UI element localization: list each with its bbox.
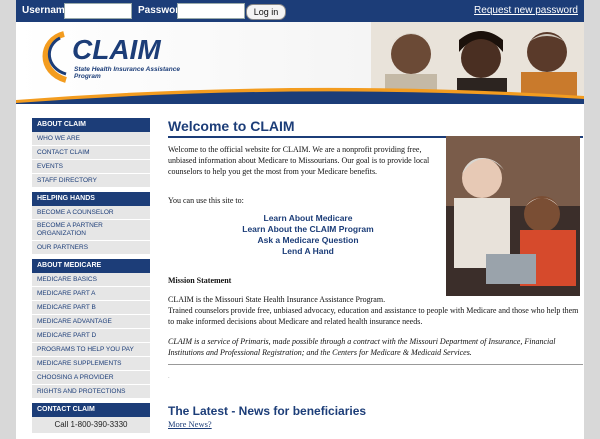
mission-heading: Mission Statement	[168, 276, 232, 285]
sidebar-item-our-partners[interactable]: OUR PARTNERS	[32, 241, 150, 255]
page-title: Welcome to CLAIM	[168, 118, 295, 134]
sidebar-item-choosing-provider[interactable]: CHOOSING A PROVIDER	[32, 371, 150, 385]
intro-text: Welcome to the official website for CLAI…	[168, 145, 430, 176]
phone-number: Call 1-800-390-3330	[32, 417, 150, 433]
sidebar-item-medicare-supplements[interactable]: MEDICARE SUPPLEMENTS	[32, 357, 150, 371]
more-news-link[interactable]: More News?	[168, 419, 212, 429]
use-site-text: You can use this site to:	[168, 196, 244, 205]
claim-logo[interactable]: CLAIM State Health Insurance Assistance …	[36, 28, 206, 88]
mission-text: CLAIM is the Missouri State Health Insur…	[168, 294, 582, 327]
sidebar-heading-about-claim: ABOUT CLAIM	[32, 118, 150, 132]
sidebar-item-who-we-are[interactable]: WHO WE ARE	[32, 132, 150, 146]
sidebar-item-become-partner[interactable]: BECOME A PARTNER ORGANIZATION	[32, 220, 150, 241]
header-banner: CLAIM State Health Insurance Assistance …	[16, 22, 584, 104]
logo-tagline: State Health Insurance Assistance Progra…	[74, 66, 180, 80]
link-learn-medicare[interactable]: Learn About Medicare	[208, 213, 408, 224]
sidebar-heading-helping-hands: HELPING HANDS	[32, 192, 150, 206]
sidebar-item-staff-directory[interactable]: STAFF DIRECTORY	[32, 174, 150, 188]
sidebar-item-medicare-part-d[interactable]: MEDICARE PART D	[32, 329, 150, 343]
sidebar-item-become-counselor[interactable]: BECOME A COUNSELOR	[32, 206, 150, 220]
sidebar-item-programs-help-pay[interactable]: PROGRAMS TO HELP YOU PAY	[32, 343, 150, 357]
sidebar-item-rights-protections[interactable]: RIGHTS AND PROTECTIONS	[32, 385, 150, 399]
small-dot: .	[168, 374, 170, 380]
sidebar-item-events[interactable]: EVENTS	[32, 160, 150, 174]
request-password-link[interactable]: Request new password	[474, 5, 578, 16]
sidebar: ABOUT CLAIM WHO WE ARE CONTACT CLAIM EVE…	[32, 118, 150, 433]
sidebar-item-contact-claim[interactable]: CONTACT CLAIM	[32, 146, 150, 160]
sidebar-heading-about-medicare: ABOUT MEDICARE	[32, 259, 150, 273]
password-input[interactable]	[177, 3, 245, 19]
link-ask-question[interactable]: Ask a Medicare Question	[208, 235, 408, 246]
content-divider	[168, 364, 583, 365]
logo-text: CLAIM	[72, 34, 161, 65]
link-lend-hand[interactable]: Lend A Hand	[208, 246, 408, 257]
quick-links: Learn About Medicare Learn About the CLA…	[208, 213, 408, 257]
sidebar-item-medicare-part-b[interactable]: MEDICARE PART B	[32, 301, 150, 315]
seniors-laptop-photo	[446, 136, 580, 296]
link-learn-claim-program[interactable]: Learn About the CLAIM Program	[208, 224, 408, 235]
sidebar-item-medicare-basics[interactable]: MEDICARE BASICS	[32, 273, 150, 287]
primaris-note: CLAIM is a service of Primaris, made pos…	[168, 337, 556, 357]
sidebar-item-medicare-advantage[interactable]: MEDICARE ADVANTAGE	[32, 315, 150, 329]
sidebar-item-medicare-part-a[interactable]: MEDICARE PART A	[32, 287, 150, 301]
username-input[interactable]	[64, 3, 132, 19]
mission-line-2: Trained counselors provide free, unbiase…	[168, 306, 579, 326]
page: Username: Password: Log in Request new p…	[16, 0, 584, 439]
sidebar-heading-contact-claim: CONTACT CLAIM	[32, 403, 150, 417]
login-bar: Username: Password: Log in Request new p…	[16, 0, 584, 22]
mission-line-1: CLAIM is the Missouri State Health Insur…	[168, 295, 386, 304]
login-button[interactable]: Log in	[246, 4, 286, 20]
main-content: Welcome to CLAIM Welcome to the official…	[168, 118, 584, 429]
latest-news-heading: The Latest - News for beneficiaries	[168, 404, 367, 418]
banner-swoosh	[16, 87, 584, 104]
